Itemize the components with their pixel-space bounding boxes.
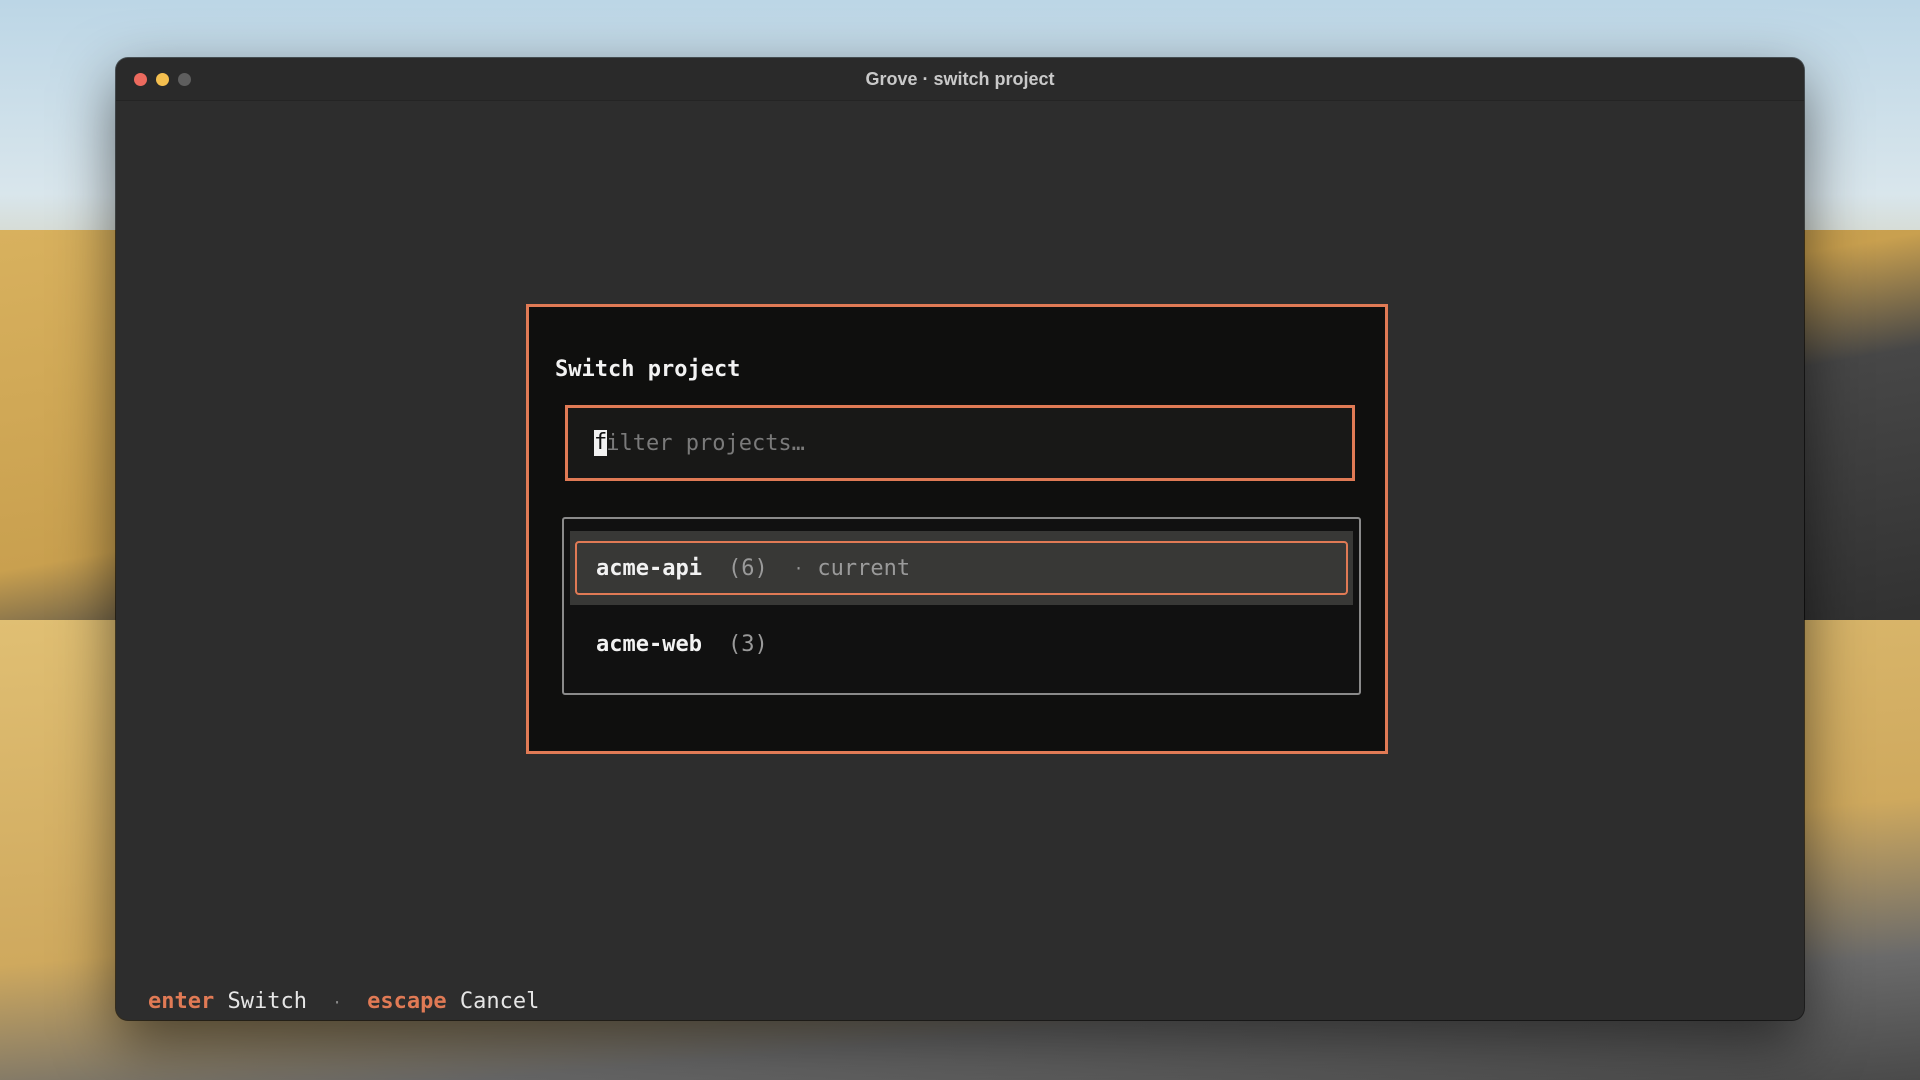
text-cursor: f: [594, 430, 608, 456]
keybinding-hints: enter Switch · escape Cancel: [148, 989, 539, 1014]
escape-action-label: Cancel: [459, 989, 540, 1014]
project-item-acme-api[interactable]: acme-api (6) · current: [570, 531, 1353, 605]
project-count: (3): [727, 631, 768, 657]
project-name: acme-api: [596, 555, 702, 581]
filter-input[interactable]: [606, 430, 1307, 456]
switch-project-dialog: Switch project f acme-api (6) · current …: [526, 304, 1388, 754]
app-window: Grove · switch project Switch project f …: [116, 58, 1804, 1020]
project-item-acme-web[interactable]: acme-web (3): [570, 607, 1353, 681]
hint-separator: ·: [332, 993, 342, 1012]
escape-key-hint: escape: [367, 989, 447, 1014]
project-list: acme-api (6) · current acme-web (3): [562, 517, 1361, 695]
current-tag: current: [817, 555, 911, 581]
project-name: acme-web: [596, 631, 702, 657]
enter-key-hint: enter: [148, 989, 215, 1014]
project-separator: ·: [793, 558, 804, 578]
project-count: (6): [727, 555, 768, 581]
titlebar: Grove · switch project: [116, 58, 1804, 101]
enter-action-label: Switch: [227, 989, 307, 1014]
window-title: Grove · switch project: [865, 69, 1055, 89]
dialog-title: Switch project: [555, 357, 741, 382]
filter-field[interactable]: f: [565, 405, 1355, 481]
